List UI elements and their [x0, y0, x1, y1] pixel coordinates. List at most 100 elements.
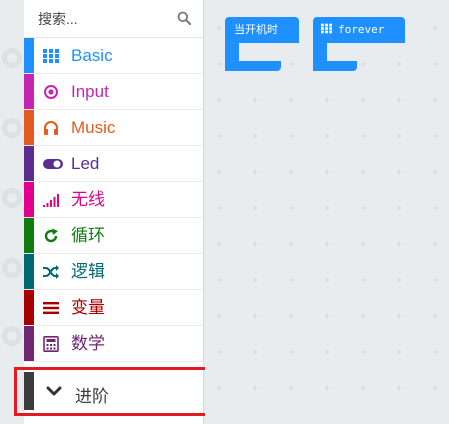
grid-cross [324, 97, 330, 103]
grid-cross [252, 385, 258, 391]
left-edge-strip [0, 0, 24, 424]
grid-cross [432, 385, 438, 391]
grid-cross [324, 241, 330, 247]
grid-cross [360, 385, 366, 391]
grid-cross [288, 277, 294, 283]
category-label: Led [71, 154, 100, 173]
ghost-circle [2, 326, 22, 346]
grid-cross [288, 205, 294, 211]
grid-cross [288, 313, 294, 319]
grid-cross [360, 133, 366, 139]
grid-cross [288, 241, 294, 247]
grid-cross [432, 61, 438, 67]
grid-cross [324, 385, 330, 391]
category-label: Input [71, 82, 109, 101]
category-logic[interactable]: 逻辑 [24, 254, 203, 290]
category-input[interactable]: Input [24, 74, 203, 110]
chevron-down-icon [46, 386, 62, 396]
grid-cross [396, 133, 402, 139]
grid-cross [432, 313, 438, 319]
grid-cross [360, 169, 366, 175]
grid-icon [43, 49, 59, 63]
headphones-icon [44, 121, 58, 135]
grid-cross [324, 349, 330, 355]
grid-cross [360, 349, 366, 355]
grid-cross [216, 133, 222, 139]
category-variables[interactable]: 变量 [24, 290, 203, 326]
grid-cross [288, 169, 294, 175]
category-color-bar [24, 372, 34, 410]
toolbox-sidebar: Basic Input Music Led [24, 0, 204, 424]
forever-block[interactable]: forever [313, 17, 405, 71]
grid-cross [252, 277, 258, 283]
radio-target-icon [44, 85, 58, 99]
grid-cross [252, 241, 258, 247]
grid-cross [432, 25, 438, 31]
on-start-block[interactable]: 当开机时 [225, 17, 299, 71]
category-loops[interactable]: 循环 [24, 218, 203, 254]
grid-cross [396, 349, 402, 355]
signal-bars-icon [43, 194, 59, 207]
lines-icon [43, 302, 59, 314]
grid-cross [252, 205, 258, 211]
category-math[interactable]: 数学 [24, 326, 203, 362]
grid-cross [216, 205, 222, 211]
forever-label: forever [338, 23, 385, 36]
grid-cross [252, 97, 258, 103]
grid-cross [324, 133, 330, 139]
grid-cross [216, 277, 222, 283]
grid-cross [432, 97, 438, 103]
category-label: 无线 [71, 190, 105, 209]
grid-cross [288, 97, 294, 103]
grid-cross [432, 169, 438, 175]
grid-cross [216, 25, 222, 31]
category-color-bar [24, 218, 34, 253]
category-color-bar [24, 74, 34, 109]
grid-cross [216, 97, 222, 103]
category-label: Music [71, 118, 116, 137]
grid-cross [216, 349, 222, 355]
grid-cross [252, 313, 258, 319]
forever-block-header: forever [313, 17, 405, 43]
category-label: 循环 [71, 226, 105, 245]
category-label: 逻辑 [71, 262, 105, 281]
grid-cross [396, 205, 402, 211]
search-icon[interactable] [177, 11, 191, 25]
category-color-bar [24, 110, 34, 145]
ghost-circle [2, 258, 22, 278]
category-label: 数学 [71, 334, 105, 353]
category-music[interactable]: Music [24, 110, 203, 146]
grid-cross [432, 205, 438, 211]
grid-cross [360, 277, 366, 283]
grid-cross [432, 349, 438, 355]
grid-cross [216, 385, 222, 391]
block-foot [313, 61, 357, 71]
category-color-bar [24, 38, 34, 73]
category-led[interactable]: Led [24, 146, 203, 182]
grid-cross [288, 385, 294, 391]
on-start-block-header: 当开机时 [225, 17, 299, 43]
category-advanced[interactable]: 进阶 [24, 369, 204, 413]
toggle-icon [43, 159, 63, 169]
grid-cross [360, 241, 366, 247]
grid-cross [288, 349, 294, 355]
grid-cross [324, 205, 330, 211]
calculator-icon [43, 336, 59, 352]
workspace-canvas[interactable]: 当开机时 forever [205, 0, 449, 424]
category-radio[interactable]: 无线 [24, 182, 203, 218]
shuffle-icon [43, 265, 59, 279]
grid-cross [432, 241, 438, 247]
grid-cross [252, 349, 258, 355]
grid-cross [360, 205, 366, 211]
grid-cross [216, 169, 222, 175]
category-color-bar [24, 182, 34, 217]
grid-cross [432, 133, 438, 139]
block-foot [225, 61, 281, 71]
category-color-bar [24, 254, 34, 289]
category-label: 变量 [71, 298, 105, 317]
grid-cross [396, 277, 402, 283]
grid-cross [252, 133, 258, 139]
category-basic[interactable]: Basic [24, 38, 203, 74]
grid-icon [321, 23, 332, 34]
grid-cross [324, 277, 330, 283]
